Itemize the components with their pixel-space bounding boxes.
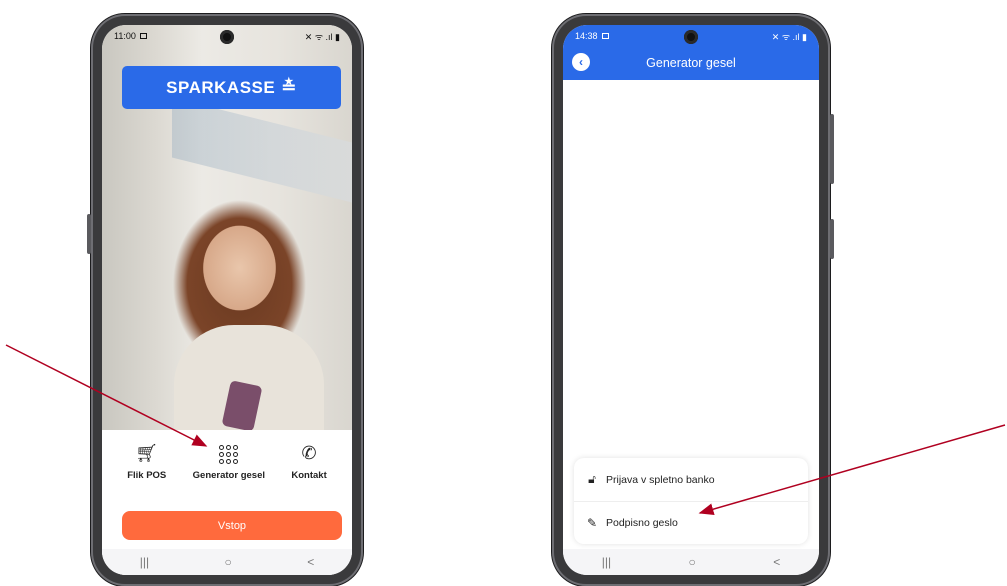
generator-gesel-button[interactable]: Generator gesel [193,442,265,481]
notification-icon [139,33,147,39]
recents-button[interactable]: ||| [140,555,149,569]
prijava-label: Prijava v spletno banko [606,473,715,486]
phone-icon: ✆ [301,443,317,463]
login-screen: 11:00 ✕ ᯤ .ıl ▮ SPARKASSE ≛ 🛒︎ Flik POS [102,25,352,575]
system-navigation: ||| ○ < [563,549,819,575]
system-navigation: ||| ○ < [102,549,352,575]
status-time: 11:00 [114,31,136,41]
quick-actions: 🛒︎ Flik POS Generator gesel ✆ Kontakt [102,442,352,481]
back-button[interactable]: < [307,555,314,569]
notification-icon [601,33,609,39]
home-button[interactable]: ○ [689,555,696,569]
phone-frame-right: 14:38 ✕ ᯤ .ıl ▮ ‹ Generator gesel 🔓︎ Pri… [552,14,834,586]
recents-button[interactable]: ||| [602,555,611,569]
app-bar: 14:38 ✕ ᯤ .ıl ▮ ‹ Generator gesel [563,25,819,80]
generator-screen: 14:38 ✕ ᯤ .ıl ▮ ‹ Generator gesel 🔓︎ Pri… [563,25,819,575]
options-sheet: 🔓︎ Prijava v spletno banko ✎ Podpisno ge… [574,458,808,544]
podpisno-geslo-option[interactable]: ✎ Podpisno geslo [574,501,808,544]
flik-pos-label: Flik POS [127,470,167,481]
generator-gesel-label: Generator gesel [192,470,265,481]
back-button[interactable]: < [773,555,780,569]
lock-icon: 🔓︎ [588,472,596,486]
home-button[interactable]: ○ [225,555,232,569]
phone-frame-left: 11:00 ✕ ᯤ .ıl ▮ SPARKASSE ≛ 🛒︎ Flik POS [87,14,363,586]
page-title: Generator gesel [646,56,736,70]
kontakt-button[interactable]: ✆ Kontakt [291,442,326,481]
brand-name: SPARKASSE [166,77,276,97]
prijava-option[interactable]: 🔓︎ Prijava v spletno banko [574,458,808,501]
podpisno-geslo-label: Podpisno geslo [606,517,678,529]
brand-banner: SPARKASSE ≛ [122,66,341,109]
sparkasse-logo-icon: ≛ [281,77,297,97]
kontakt-label: Kontakt [291,470,327,481]
status-icons: ✕ ᯤ .ıl ▮ [771,31,807,42]
flik-pos-button[interactable]: 🛒︎ Flik POS [127,442,166,481]
vstop-button[interactable]: Vstop [122,511,342,540]
pen-icon: ✎ [586,516,598,530]
status-time: 14:38 [575,31,598,41]
front-camera [684,30,698,44]
cart-icon: 🛒︎ [135,443,159,463]
keypad-icon [219,442,239,464]
front-camera [220,30,234,44]
status-icons: ✕ ᯤ .ıl ▮ [304,31,340,42]
